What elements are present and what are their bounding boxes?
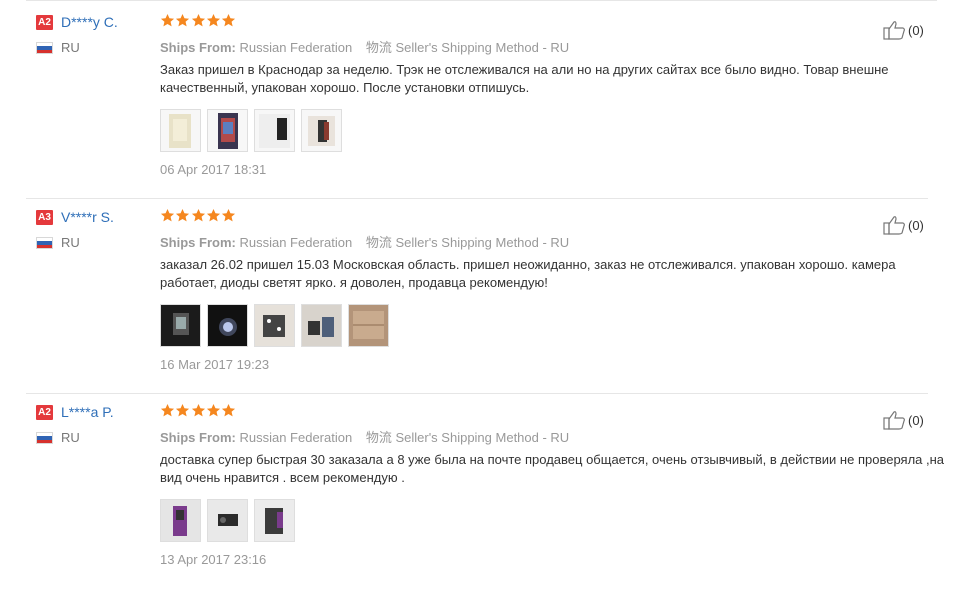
shipping-info: Ships From: Russian Federation 物流 Seller…	[160, 427, 569, 446]
buyer-name[interactable]: L****a P.	[61, 404, 114, 420]
ships-from-label: Ships From:	[160, 40, 236, 55]
star-rating	[160, 208, 236, 223]
review-date: 16 Mar 2017 19:23	[160, 357, 270, 372]
helpful-vote-button[interactable]: (0)	[883, 215, 924, 235]
review-date: 06 Apr 2017 18:31	[160, 162, 267, 177]
thumbs-up-icon	[883, 21, 905, 40]
review-text: доставка супер быстрая 30 заказала а 8 у…	[160, 452, 945, 485]
russia-flag-icon	[36, 432, 53, 444]
review-photos	[160, 109, 348, 152]
russia-flag-icon	[36, 42, 53, 54]
buyer-level-badge: A2	[36, 405, 53, 420]
star-icon	[222, 403, 236, 417]
buyer-level-badge: A3	[36, 210, 53, 225]
review-photo[interactable]	[254, 304, 295, 347]
logistics-label: 物流	[365, 235, 392, 250]
helpful-vote-button[interactable]: (0)	[883, 410, 924, 430]
ships-from-label: Ships From:	[160, 430, 236, 445]
review-photo[interactable]	[207, 109, 248, 152]
thumbs-up-icon	[883, 411, 905, 430]
ships-from-value: Russian Federation	[239, 235, 353, 250]
review-item: A2 L****a P. RU Ships From: Russian Fede…	[0, 393, 963, 589]
review-photo[interactable]	[160, 304, 201, 347]
ships-from-label: Ships From:	[160, 235, 236, 250]
review-photo[interactable]	[301, 109, 342, 152]
star-icon	[222, 208, 236, 222]
shipping-method: Seller's Shipping Method - RU	[395, 40, 570, 55]
shipping-method: Seller's Shipping Method - RU	[395, 430, 570, 445]
review-photo[interactable]	[207, 304, 248, 347]
shipping-info: Ships From: Russian Federation 物流 Seller…	[160, 232, 569, 251]
top-divider	[26, 0, 937, 1]
helpful-count: (0)	[908, 412, 924, 428]
review-photo[interactable]	[348, 304, 389, 347]
star-icon	[206, 208, 220, 222]
buyer-country: RU	[61, 40, 80, 55]
star-icon	[191, 208, 205, 222]
buyer-name[interactable]: V****r S.	[61, 209, 114, 225]
review-photo[interactable]	[160, 499, 201, 542]
star-icon	[176, 13, 190, 27]
russia-flag-icon	[36, 237, 53, 249]
star-icon	[160, 403, 175, 417]
review-text: заказал 26.02 пришел 15.03 Московская об…	[160, 257, 896, 290]
star-icon	[222, 13, 236, 27]
star-rating	[160, 13, 236, 28]
logistics-label: 物流	[365, 40, 392, 55]
helpful-count: (0)	[908, 22, 924, 38]
star-icon	[160, 13, 175, 27]
buyer-level-badge: A2	[36, 15, 53, 30]
review-photo[interactable]	[254, 499, 295, 542]
review-item: A2 D****y C. RU Ships From: Russian Fede…	[0, 3, 963, 199]
star-icon	[191, 13, 205, 27]
buyer-country: RU	[61, 430, 80, 445]
review-photo[interactable]	[160, 109, 201, 152]
review-photo[interactable]	[301, 304, 342, 347]
review-text: Заказ пришел в Краснодар за неделю. Трэк…	[160, 62, 889, 95]
review-photo[interactable]	[207, 499, 248, 542]
buyer-country: RU	[61, 235, 80, 250]
star-icon	[160, 208, 175, 222]
star-rating	[160, 403, 236, 418]
review-photos	[160, 304, 395, 347]
shipping-info: Ships From: Russian Federation 物流 Seller…	[160, 37, 569, 56]
helpful-count: (0)	[908, 217, 924, 233]
star-icon	[206, 13, 220, 27]
review-photo[interactable]	[254, 109, 295, 152]
review-photos	[160, 499, 301, 542]
review-item: A3 V****r S. RU Ships From: Russian Fede…	[0, 198, 963, 394]
star-icon	[176, 208, 190, 222]
buyer-name[interactable]: D****y C.	[61, 14, 118, 30]
ships-from-value: Russian Federation	[239, 430, 353, 445]
star-icon	[176, 403, 190, 417]
thumbs-up-icon	[883, 216, 905, 235]
ships-from-value: Russian Federation	[239, 40, 353, 55]
helpful-vote-button[interactable]: (0)	[883, 20, 924, 40]
logistics-label: 物流	[365, 430, 392, 445]
shipping-method: Seller's Shipping Method - RU	[395, 235, 570, 250]
star-icon	[206, 403, 220, 417]
review-date: 13 Apr 2017 23:16	[160, 552, 267, 567]
star-icon	[191, 403, 205, 417]
